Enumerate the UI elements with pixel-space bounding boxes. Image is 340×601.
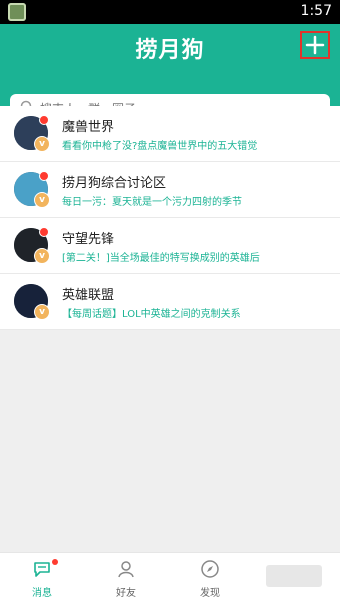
bottom-tab-bar: 消息 好友 发现 [0, 552, 340, 601]
add-button[interactable] [300, 31, 330, 59]
tab-friends[interactable]: 好友 [92, 553, 160, 601]
app-header: 捞月狗 [0, 24, 340, 122]
avatar: v [14, 284, 50, 320]
compass-icon [201, 560, 219, 578]
tab-messages[interactable]: 消息 [8, 553, 76, 601]
group-title: 守望先锋 [62, 232, 115, 247]
friends-icon [118, 561, 134, 578]
verified-badge-icon: v [34, 248, 50, 264]
verified-badge-icon: v [34, 304, 50, 320]
avatar: v [14, 115, 50, 152]
group-list: v 魔兽世界 看看你中枪了没?盘点魔兽世界中的五大错觉 v 捞月狗综合讨论区 每… [0, 106, 340, 330]
group-title: 魔兽世界 [62, 120, 115, 135]
verified-badge-icon: v [34, 136, 50, 152]
avatar: v [14, 171, 50, 208]
unread-dot [52, 559, 58, 565]
group-title: 捞月狗综合讨论区 [62, 176, 167, 191]
verified-badge-icon: v [34, 192, 50, 208]
group-latest-post: 【每周话题】LOL中英雄之间的克制关系 [62, 309, 241, 320]
unread-dot [39, 227, 49, 237]
unread-dot [39, 171, 49, 181]
tab-discover[interactable]: 发现 [176, 553, 244, 601]
list-item[interactable]: v 英雄联盟 【每周话题】LOL中英雄之间的克制关系 [0, 274, 340, 330]
tab-label: 消息 [32, 588, 52, 599]
list-item[interactable]: v 魔兽世界 看看你中枪了没?盘点魔兽世界中的五大错觉 [0, 106, 340, 162]
group-latest-post: 看看你中枪了没?盘点魔兽世界中的五大错觉 [62, 141, 258, 152]
blurred-profile-area [266, 565, 322, 587]
list-item[interactable]: v 守望先锋 [第二关！]当全场最佳的特写换成别的英雄后 [0, 218, 340, 274]
chat-bubble-icon [34, 562, 50, 577]
avatar: v [14, 227, 50, 264]
status-time: 1:57 [300, 3, 332, 19]
tab-label: 好友 [116, 588, 136, 599]
tab-label: 发现 [200, 588, 220, 599]
plus-icon [305, 35, 325, 55]
status-bar: 1:57 [0, 0, 340, 24]
tab-profile[interactable] [260, 553, 328, 601]
group-title: 英雄联盟 [62, 288, 115, 303]
unread-dot [39, 115, 49, 125]
group-latest-post: [第二关！]当全场最佳的特写换成别的英雄后 [62, 253, 260, 264]
group-latest-post: 每日一污：夏天就是一个污力四射的季节 [62, 197, 242, 208]
list-item[interactable]: v 捞月狗综合讨论区 每日一污：夏天就是一个污力四射的季节 [0, 162, 340, 218]
app-notification-icon [8, 3, 26, 21]
brand-logo-text: 捞月狗 [135, 38, 205, 63]
